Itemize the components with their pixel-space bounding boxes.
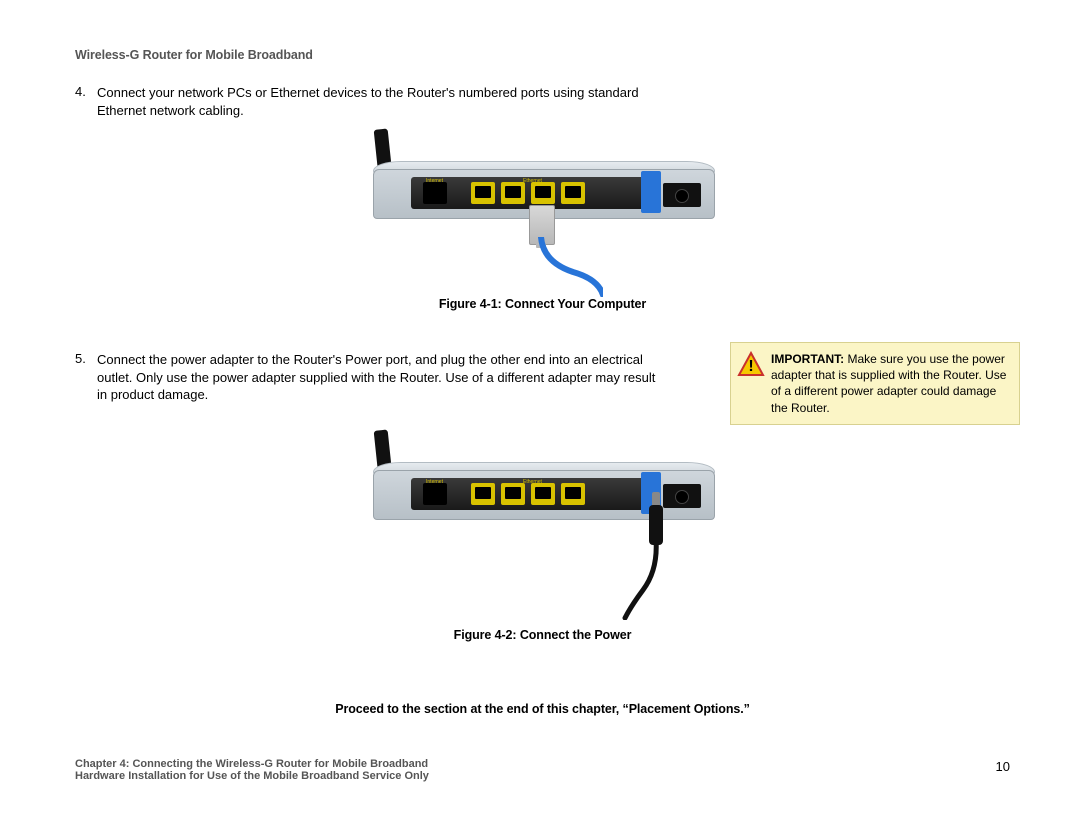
- router-illustration-2: Internet Ethernet: [353, 430, 733, 615]
- footer-section: Hardware Installation for Use of the Mob…: [75, 770, 1010, 782]
- page-footer: Chapter 4: Connecting the Wireless-G Rou…: [75, 758, 1010, 782]
- power-port-icon: [675, 189, 689, 203]
- internet-port-icon: [423, 483, 447, 505]
- step-text: Connect your network PCs or Ethernet dev…: [97, 84, 665, 119]
- ethernet-port-icon: [471, 483, 495, 505]
- router-illustration-1: Internet Ethernet: [353, 129, 733, 284]
- ethernet-cable-icon: [503, 237, 603, 297]
- ethernet-port-icon: [471, 182, 495, 204]
- power-cable-icon: [603, 540, 683, 620]
- power-port-icon: [675, 490, 689, 504]
- step-5: 5. Connect the power adapter to the Rout…: [75, 351, 660, 404]
- content-column: 4. Connect your network PCs or Ethernet …: [75, 84, 665, 119]
- step-number: 4.: [75, 84, 97, 119]
- page-header: Wireless-G Router for Mobile Broadband: [75, 48, 1010, 62]
- step-text: Connect the power adapter to the Router'…: [97, 351, 660, 404]
- ethernet-port-icon: [501, 182, 525, 204]
- reset-tab-icon: [641, 171, 661, 213]
- figure-4-2: Internet Ethernet Figure 4-2: Connect th…: [75, 430, 1010, 642]
- proceed-instruction: Proceed to the section at the end of thi…: [75, 702, 1010, 716]
- power-plug-icon: [649, 505, 663, 545]
- svg-text:!: !: [748, 358, 753, 375]
- step-number: 5.: [75, 351, 97, 404]
- step-4: 4. Connect your network PCs or Ethernet …: [75, 84, 665, 119]
- footer-chapter: Chapter 4: Connecting the Wireless-G Rou…: [75, 758, 1010, 770]
- important-callout: ! IMPORTANT: Make sure you use the power…: [730, 342, 1020, 425]
- figure-4-1: Internet Ethernet Figure 4-1: Connect Yo…: [75, 129, 1010, 311]
- ethernet-port-icon: [561, 483, 585, 505]
- figure-caption: Figure 4-1: Connect Your Computer: [75, 297, 1010, 311]
- warning-icon: !: [737, 351, 765, 377]
- ethernet-port-icon: [501, 483, 525, 505]
- figure-caption: Figure 4-2: Connect the Power: [75, 628, 1010, 642]
- document-page: Wireless-G Router for Mobile Broadband 4…: [0, 0, 1080, 834]
- ethernet-port-icon: [561, 182, 585, 204]
- important-label: IMPORTANT:: [771, 352, 844, 366]
- internet-port-icon: [423, 182, 447, 204]
- ethernet-port-icon: [531, 182, 555, 204]
- page-number: 10: [996, 759, 1010, 774]
- ethernet-port-icon: [531, 483, 555, 505]
